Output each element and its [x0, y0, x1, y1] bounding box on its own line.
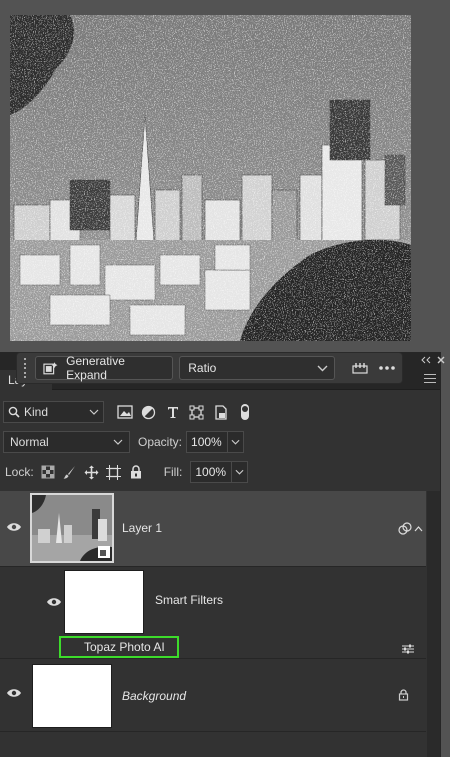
generative-expand-button[interactable]: Generative Expand	[34, 354, 174, 382]
kind-label: Kind	[24, 405, 49, 419]
topaz-filter-highlight[interactable]: Topaz Photo AI	[59, 636, 179, 658]
more-icon[interactable]	[377, 357, 398, 379]
kind-filter-select[interactable]: Kind	[3, 401, 104, 423]
chevron-down-icon	[235, 469, 244, 475]
layer-1-name[interactable]: Layer 1	[122, 521, 162, 535]
chevron-down-icon	[231, 439, 240, 445]
city-photo[interactable]	[10, 15, 411, 341]
generative-expand-icon	[43, 362, 58, 375]
drag-handle[interactable]	[21, 358, 29, 378]
generative-expand-label: Generative Expand	[66, 354, 125, 382]
layer-list: Layer 1 Smart Filters Topaz Photo AI Bac…	[0, 491, 440, 757]
opacity-label: Opacity:	[138, 435, 183, 449]
adjustment-layer-filter-icon[interactable]	[140, 404, 157, 421]
ratio-select[interactable]: Ratio	[179, 356, 336, 380]
close-icon[interactable]	[437, 356, 445, 364]
smart-filters-name: Smart Filters	[155, 593, 224, 607]
filter-blending-options-icon[interactable]	[401, 643, 415, 655]
layer-row-layer-1[interactable]: Layer 1	[0, 491, 426, 567]
chevron-down-icon	[317, 365, 328, 371]
lock-artboard-icon[interactable]	[106, 464, 122, 480]
lock-icon	[398, 689, 409, 701]
type-layer-filter-icon[interactable]	[164, 404, 181, 421]
fill-dropdown[interactable]	[231, 462, 247, 482]
search-icon	[8, 406, 20, 418]
blend-mode-value: Normal	[10, 435, 49, 449]
smart-filter-mask-thumbnail[interactable]	[64, 570, 144, 634]
double-chevron-icon[interactable]	[420, 356, 432, 364]
layers-panel: Layers Kind Normal Opacity: 100%	[0, 352, 441, 757]
contextual-task-bar: Generative Expand Ratio	[16, 352, 403, 384]
lock-all-icon[interactable]	[128, 464, 144, 480]
blend-mode-select[interactable]: Normal	[3, 431, 130, 453]
smart-filter-indicator-icon	[398, 522, 412, 535]
background-thumbnail[interactable]	[32, 664, 112, 728]
layer-filter-row: Kind	[0, 399, 440, 425]
smart-object-filter-icon[interactable]	[212, 404, 229, 421]
lock-transparent-pixels-icon[interactable]	[40, 464, 56, 480]
chevron-down-icon	[113, 439, 123, 445]
document-canvas[interactable]	[0, 0, 450, 352]
layers-scrollbar[interactable]	[427, 491, 440, 757]
lock-position-icon[interactable]	[84, 464, 100, 480]
pixel-layer-filter-icon[interactable]	[116, 404, 133, 421]
lock-row: Lock: Fill: 100%	[0, 459, 440, 485]
tune-icon[interactable]	[349, 357, 370, 379]
chevron-down-icon	[89, 409, 99, 415]
blend-row: Normal Opacity: 100%	[0, 429, 440, 455]
layer-row-background[interactable]: Background	[0, 659, 426, 732]
filter-toggle-icon[interactable]	[236, 404, 253, 421]
fill-value: 100%	[195, 465, 227, 479]
panel-header-controls	[420, 352, 450, 392]
fill-label: Fill:	[163, 465, 183, 479]
eye-icon[interactable]	[46, 597, 62, 607]
chevron-up-icon[interactable]	[414, 525, 423, 532]
topaz-filter-name[interactable]: Topaz Photo AI	[84, 640, 165, 654]
fill-field[interactable]: 100%	[190, 461, 249, 483]
layer-1-thumbnail[interactable]	[30, 493, 114, 563]
lock-image-pixels-icon[interactable]	[62, 464, 78, 480]
lock-label: Lock:	[5, 465, 34, 479]
opacity-value: 100%	[191, 435, 222, 449]
opacity-dropdown[interactable]	[227, 432, 243, 452]
opacity-field[interactable]: 100%	[186, 431, 245, 453]
background-layer-name[interactable]: Background	[122, 689, 186, 703]
eye-icon[interactable]	[6, 688, 22, 698]
smart-filters-row[interactable]: Smart Filters Topaz Photo AI	[0, 567, 426, 659]
shape-layer-filter-icon[interactable]	[188, 404, 205, 421]
eye-icon[interactable]	[6, 522, 22, 532]
ratio-value: Ratio	[188, 361, 217, 375]
